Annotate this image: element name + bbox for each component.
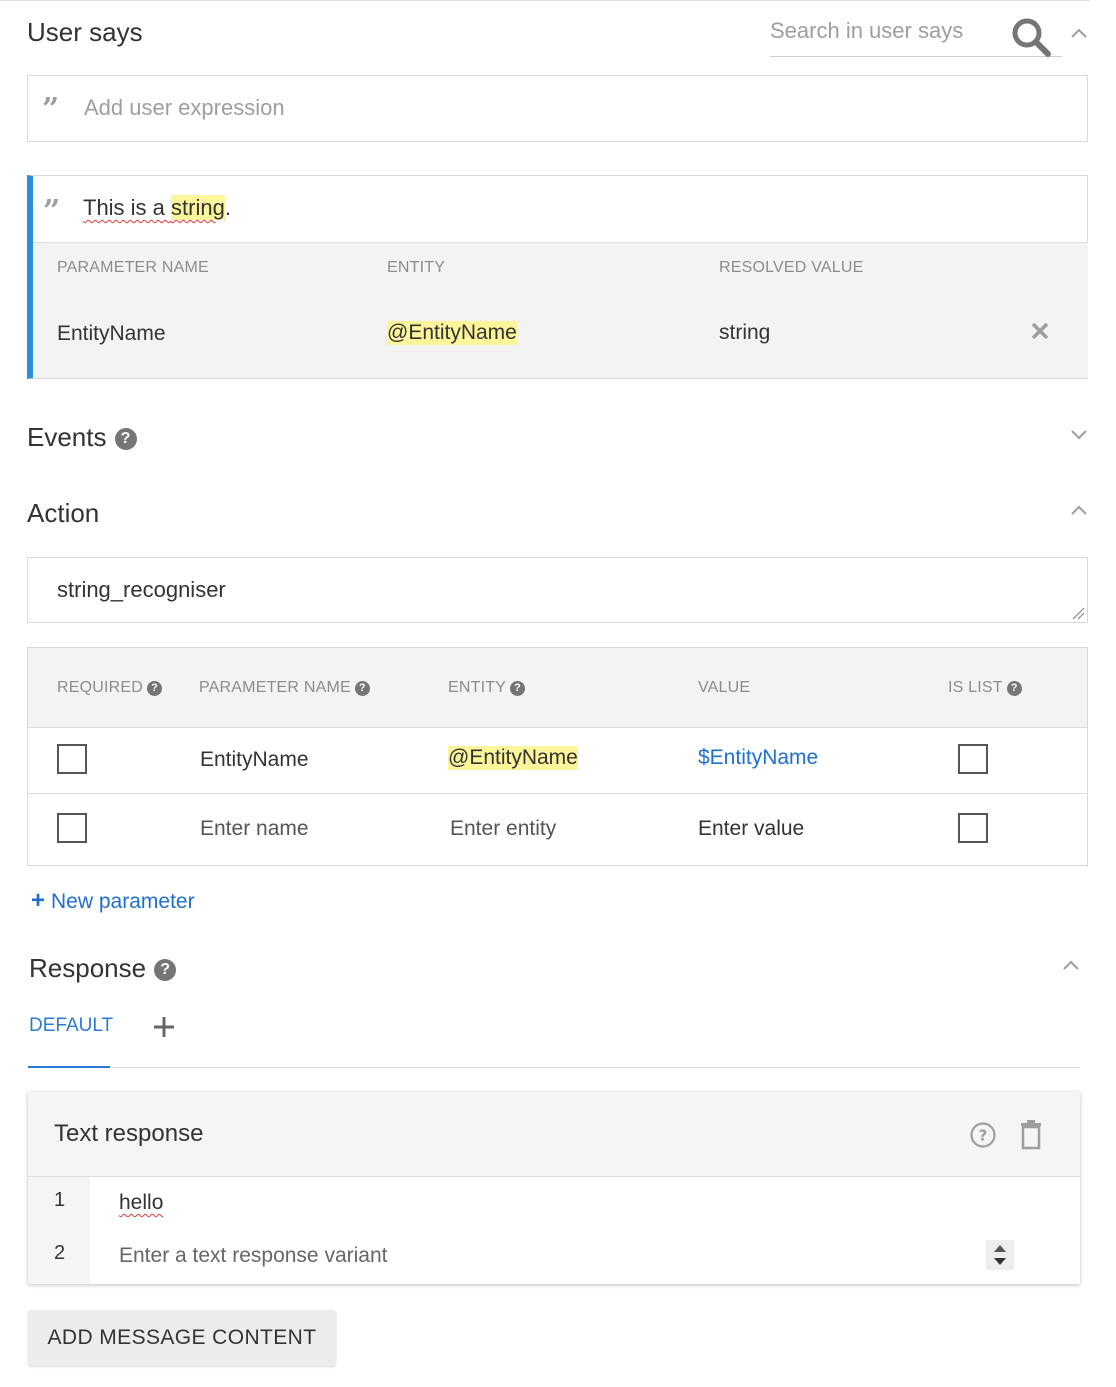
text-response-card: Text response ? 1 hello 2 Enter a text r… — [28, 1092, 1080, 1284]
parameters-table-header: REQUIRED? PARAMETER NAME? ENTITY? VALUE … — [28, 648, 1087, 728]
header-entity: ENTITY — [387, 259, 446, 276]
row-entity[interactable]: @EntityName — [387, 321, 517, 345]
header-value: VALUE — [698, 679, 751, 696]
expression-highlighted-entity[interactable]: string — [171, 195, 225, 220]
text-response-title: Text response — [54, 1120, 204, 1147]
help-icon[interactable]: ? — [147, 681, 163, 696]
line-number: 2 — [54, 1242, 66, 1264]
header-required: REQUIRED? — [57, 679, 163, 697]
new-parameter-row[interactable]: Enter name Enter entity Enter value — [28, 794, 1087, 865]
parameter-name-cell[interactable]: EntityName — [200, 748, 309, 772]
user-says-title: User says — [27, 17, 143, 47]
chevron-up-icon[interactable] — [1068, 500, 1090, 522]
header-is-list: IS LIST? — [948, 679, 1022, 697]
tab-active-indicator — [28, 1066, 110, 1068]
tab-default[interactable]: DEFAULT — [29, 1015, 113, 1037]
help-icon[interactable]: ? — [1006, 681, 1022, 696]
enter-name-input[interactable]: Enter name — [200, 817, 309, 841]
entity-cell[interactable]: @EntityName — [448, 746, 578, 770]
response-header[interactable]: Response? — [29, 953, 177, 983]
required-checkbox[interactable] — [57, 744, 87, 774]
is-list-checkbox[interactable] — [958, 813, 988, 843]
response-variant-input[interactable]: Enter a text response variant — [119, 1244, 387, 1268]
chevron-down-icon[interactable] — [1068, 423, 1090, 445]
add-user-expression-input[interactable]: Add user expression — [84, 95, 285, 121]
add-tab-plus-icon[interactable] — [152, 1015, 176, 1039]
required-checkbox[interactable] — [57, 813, 87, 843]
trash-icon[interactable] — [1019, 1120, 1043, 1150]
enter-entity-input[interactable]: Enter entity — [450, 817, 556, 841]
svg-text:?: ? — [979, 1127, 988, 1145]
line-number: 1 — [54, 1189, 66, 1211]
action-name-field[interactable]: string_recogniser — [27, 557, 1088, 623]
search-icon[interactable] — [1010, 16, 1054, 58]
quote-icon: ” — [42, 92, 60, 127]
new-parameter-link[interactable]: + New parameter — [31, 887, 195, 915]
resize-handle-icon[interactable] — [1071, 606, 1085, 620]
value-cell[interactable]: $EntityName — [698, 746, 818, 770]
events-title: Events — [27, 422, 107, 452]
expression-suffix: . — [224, 195, 231, 220]
row-parameter-name: EntityName — [57, 322, 166, 345]
search-user-says[interactable]: Search in user says — [770, 14, 1062, 57]
help-icon[interactable]: ? — [510, 681, 526, 696]
search-input[interactable]: Search in user says — [770, 18, 963, 44]
close-icon[interactable] — [1030, 321, 1050, 341]
header-entity: ENTITY? — [448, 679, 526, 697]
table-row[interactable]: EntityName @EntityName $EntityName — [28, 728, 1087, 794]
help-icon[interactable]: ? — [354, 681, 370, 696]
action-title: Action — [27, 498, 100, 528]
text-response-header: Text response ? — [28, 1092, 1080, 1177]
action-name-input[interactable]: string_recogniser — [57, 577, 226, 603]
response-title: Response — [29, 953, 147, 983]
action-parameters-table: REQUIRED? PARAMETER NAME? ENTITY? VALUE … — [27, 647, 1088, 866]
add-user-expression-field[interactable]: ” Add user expression — [27, 75, 1088, 142]
stepper-icon[interactable] — [986, 1240, 1014, 1270]
header-parameter-name: PARAMETER NAME — [57, 259, 209, 276]
tab-divider — [28, 1067, 1080, 1068]
events-header[interactable]: Events? — [27, 422, 137, 452]
quote-icon: ” — [43, 194, 61, 229]
expression-prefix: This is a — [83, 195, 172, 220]
help-icon[interactable]: ? — [154, 959, 177, 982]
chevron-up-icon[interactable] — [1068, 23, 1090, 45]
is-list-checkbox[interactable] — [958, 744, 988, 774]
top-divider — [0, 0, 1090, 1]
help-icon[interactable]: ? — [114, 428, 137, 451]
parameter-table-header: PARAMETER NAME ENTITY RESOLVED VALUE — [33, 242, 1088, 296]
table-row[interactable]: EntityName @EntityName string — [33, 294, 1088, 378]
help-circle-icon[interactable]: ? — [969, 1121, 997, 1149]
enter-value-input[interactable]: Enter value — [698, 817, 804, 841]
plus-icon: + — [31, 887, 46, 914]
header-resolved-value: RESOLVED VALUE — [719, 259, 864, 276]
response-variant-text[interactable]: hello — [119, 1191, 163, 1215]
row-resolved-value: string — [719, 321, 771, 344]
add-message-content-button[interactable]: ADD MESSAGE CONTENT — [28, 1310, 336, 1366]
user-expression-card[interactable]: ” This is a string. PARAMETER NAME ENTIT… — [27, 175, 1088, 379]
user-expression-text[interactable]: This is a string. — [83, 195, 231, 221]
chevron-up-icon[interactable] — [1060, 955, 1082, 977]
header-parameter-name: PARAMETER NAME? — [199, 679, 370, 697]
